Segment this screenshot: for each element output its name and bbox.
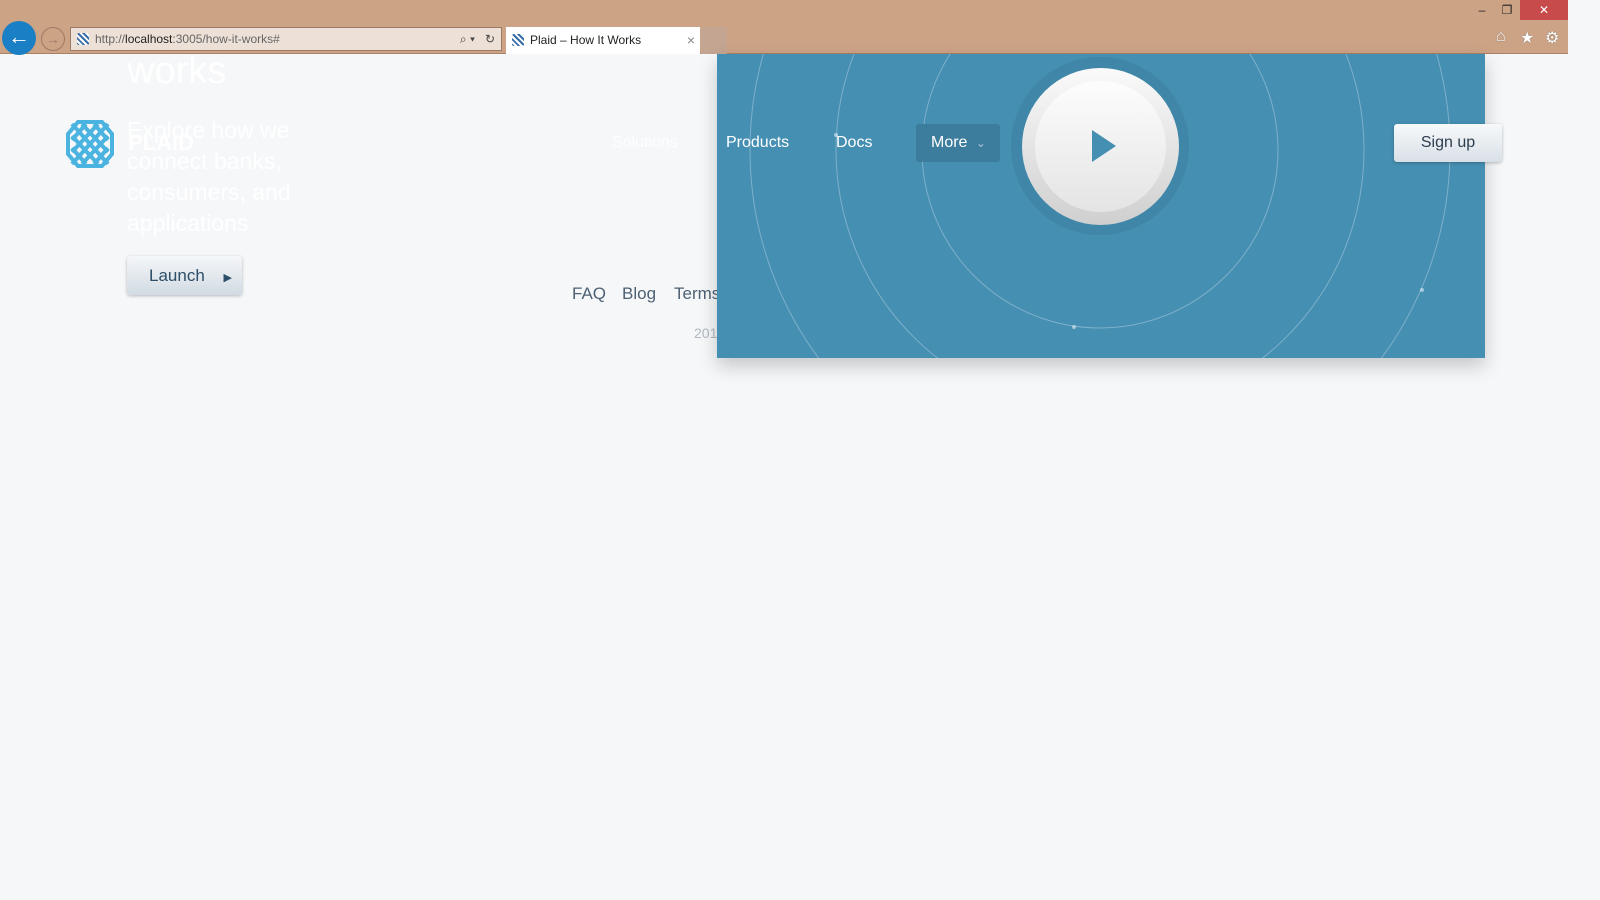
restore-button[interactable]: ❐ xyxy=(1494,0,1520,20)
settings-gear-icon[interactable]: ⚙ xyxy=(1545,28,1559,48)
launch-button[interactable]: Launch ▶ xyxy=(127,256,242,295)
footer-link-blog[interactable]: Blog xyxy=(622,284,656,304)
tab-favicon-icon xyxy=(512,34,524,46)
favorites-star-icon[interactable]: ★ xyxy=(1520,28,1534,48)
copyright: 201 xyxy=(694,325,718,341)
address-bar[interactable]: http://localhost:3005/how-it-works# ⌕ ▾ … xyxy=(70,27,502,51)
chevron-down-icon: ⌄ xyxy=(975,136,986,150)
tab-close-icon[interactable]: × xyxy=(687,27,695,53)
close-window-button[interactable]: ✕ xyxy=(1520,0,1568,20)
forward-button[interactable]: → xyxy=(41,27,65,51)
tab-plaid-how-it-works[interactable]: Plaid – How It Works × xyxy=(506,27,700,54)
more-label: More xyxy=(931,134,968,151)
url-host: localhost xyxy=(125,32,173,46)
back-button[interactable]: ← xyxy=(2,21,36,55)
refresh-icon[interactable]: ↻ xyxy=(485,28,495,50)
play-icon[interactable] xyxy=(1092,130,1116,162)
plaid-logo-icon[interactable] xyxy=(64,118,116,170)
footer-link-terms[interactable]: Terms xyxy=(674,284,720,304)
url-rest: :3005/how-it-works# xyxy=(172,32,280,46)
browser-chrome: ← → http://localhost:3005/how-it-works# … xyxy=(0,0,1568,55)
search-icon[interactable]: ⌕ ▾ xyxy=(460,28,475,50)
nav-products[interactable]: Products xyxy=(726,134,789,152)
sign-up-button[interactable]: Sign up xyxy=(1394,124,1502,162)
site-favicon-icon xyxy=(77,33,89,45)
new-tab-button[interactable] xyxy=(701,27,727,54)
launch-label: Launch xyxy=(149,266,205,285)
play-triangle-icon: ▶ xyxy=(223,272,232,284)
tab-title: Plaid – How It Works xyxy=(530,33,642,47)
home-icon[interactable]: ⌂ xyxy=(1496,28,1506,46)
footer-link-faq[interactable]: FAQ xyxy=(572,284,606,304)
hero-title: works xyxy=(127,50,227,92)
nav-solutions[interactable]: Solutions xyxy=(612,134,678,152)
nav-more-dropdown[interactable]: More ⌄ xyxy=(916,124,1000,162)
minimize-button[interactable]: – xyxy=(1469,0,1495,20)
url-prefix: http:// xyxy=(95,32,126,46)
nav-docs[interactable]: Docs xyxy=(836,134,872,152)
logo-text: PLAID xyxy=(128,130,194,155)
